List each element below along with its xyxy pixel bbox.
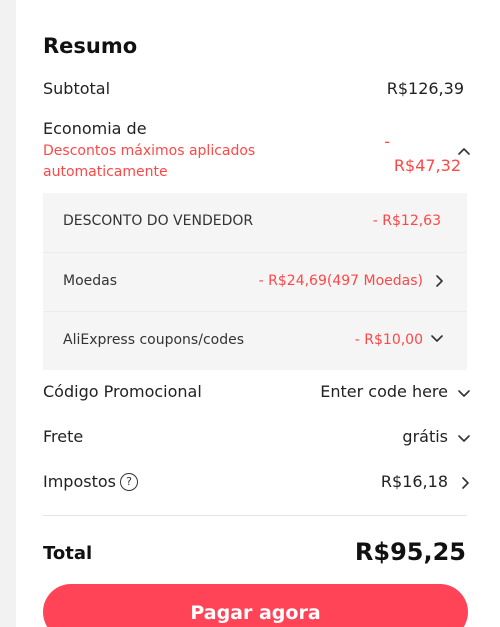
- discount-value: - R$24,69(497 Moedas): [258, 273, 423, 289]
- order-summary-card: Resumo Subtotal R$126,39 Economia de Des…: [16, 0, 500, 627]
- discount-breakdown: DESCONTO DO VENDEDOR - R$12,63 Moedas - …: [43, 193, 467, 370]
- subtotal-label: Subtotal: [43, 79, 111, 98]
- shipping-value: grátis: [402, 427, 448, 446]
- divider: [43, 515, 467, 516]
- pay-now-button[interactable]: Pagar agora: [43, 584, 468, 627]
- discount-row-seller: DESCONTO DO VENDEDOR - R$12,63: [43, 193, 467, 251]
- total-label: Total: [43, 543, 93, 564]
- chevron-right-icon[interactable]: [459, 477, 471, 489]
- subtotal-value: R$126,39: [386, 79, 464, 98]
- promo-code-label: Código Promocional: [43, 382, 202, 401]
- help-circle-icon[interactable]: ?: [119, 473, 138, 491]
- chevron-up-icon[interactable]: [458, 146, 470, 158]
- chevron-down-icon[interactable]: [458, 432, 470, 444]
- discount-label: Moedas: [63, 273, 118, 289]
- discount-label: DESCONTO DO VENDEDOR: [63, 213, 254, 229]
- savings-note-line1: Descontos máximos aplicados: [43, 143, 256, 159]
- tax-label: Impostos: [43, 472, 116, 491]
- discount-label: AliExpress coupons/codes: [63, 332, 245, 348]
- shipping-label: Frete: [43, 427, 84, 446]
- summary-title: Resumo: [43, 34, 138, 58]
- promo-code-input[interactable]: Enter code here: [320, 382, 448, 401]
- discount-row-coins[interactable]: Moedas - R$24,69(497 Moedas): [43, 252, 467, 311]
- savings-dash: -: [384, 132, 390, 151]
- savings-note-line2: automaticamente: [43, 164, 168, 180]
- savings-label: Economia de: [43, 119, 147, 138]
- discount-value: - R$12,63: [372, 213, 441, 229]
- savings-value: R$47,32: [393, 156, 461, 175]
- chevron-right-icon[interactable]: [433, 275, 445, 287]
- tax-label-wrap: Impostos?: [43, 472, 138, 491]
- chevron-down-icon[interactable]: [458, 387, 470, 399]
- chevron-down-icon[interactable]: [431, 332, 443, 344]
- discount-row-coupons[interactable]: AliExpress coupons/codes - R$10,00: [43, 311, 467, 370]
- total-value: R$95,25: [354, 538, 466, 566]
- tax-value: R$16,18: [380, 472, 448, 491]
- discount-value: - R$10,00: [354, 332, 423, 348]
